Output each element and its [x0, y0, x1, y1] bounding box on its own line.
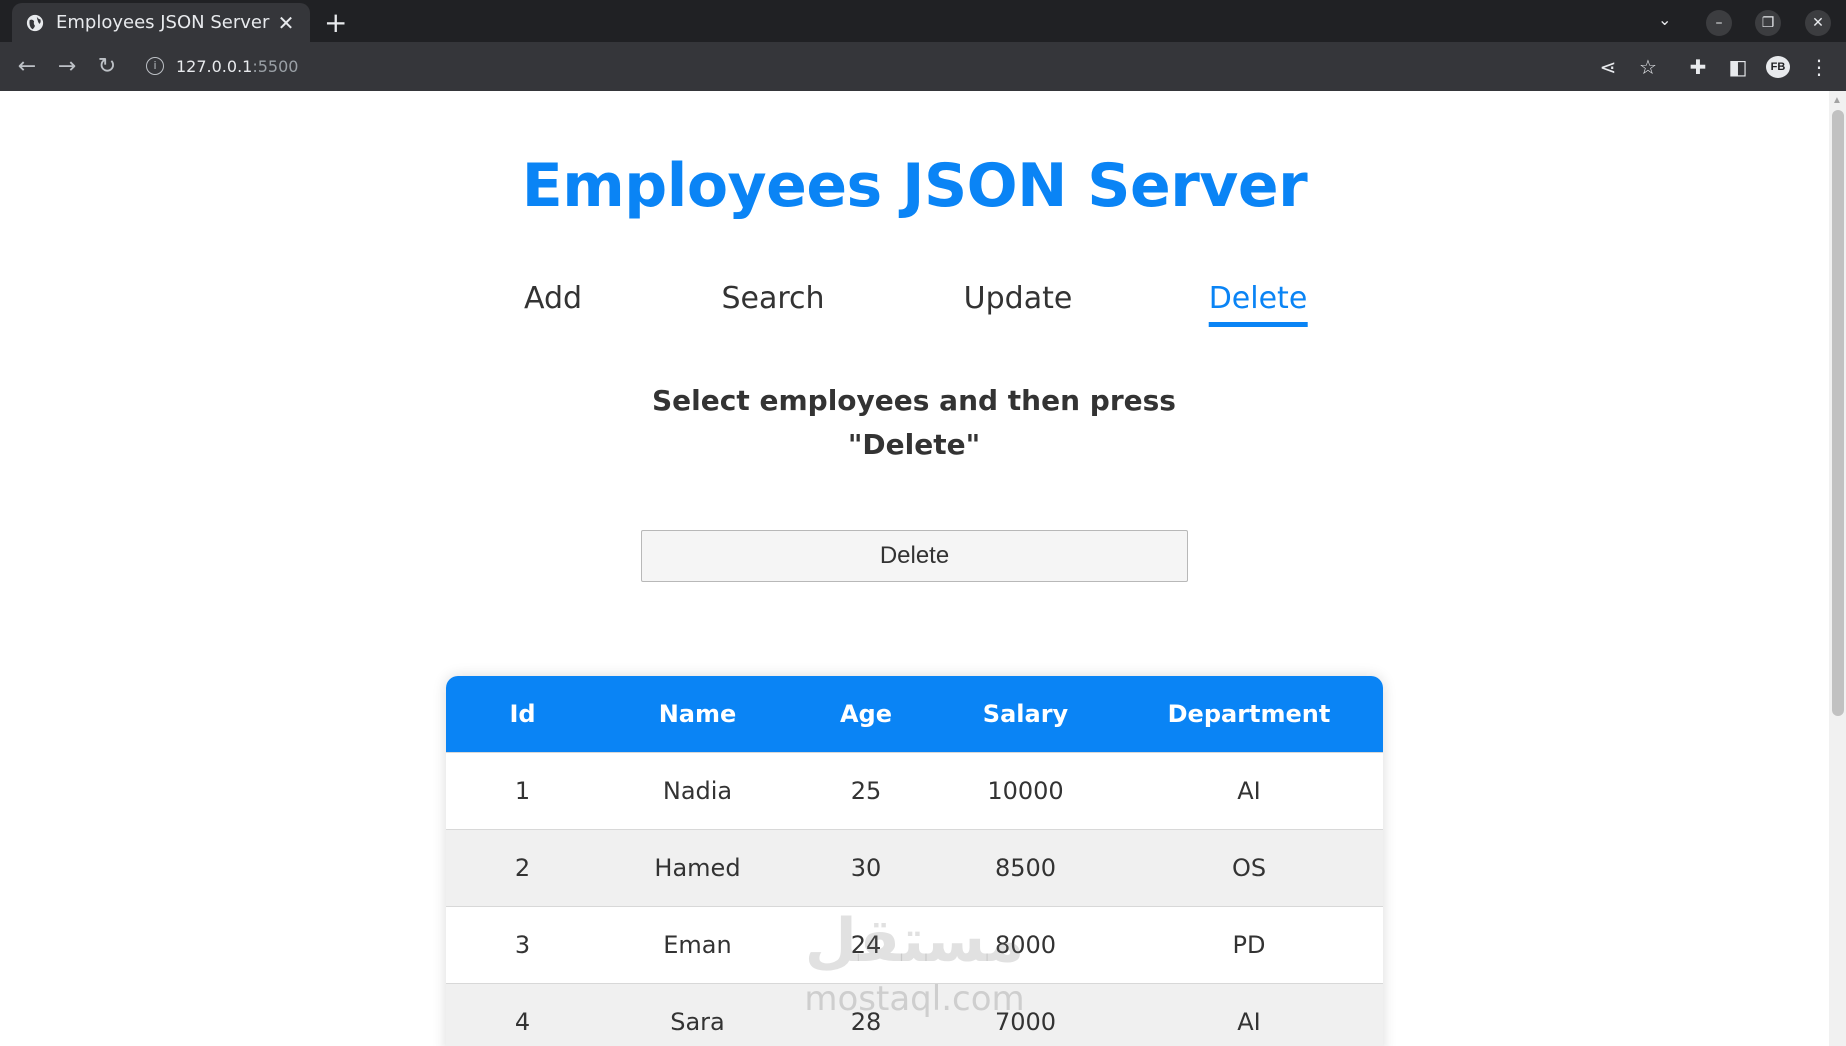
- close-window-icon[interactable]: ✕: [1805, 10, 1831, 36]
- table-row[interactable]: 3 Eman 24 8000 PD: [446, 905, 1383, 983]
- tab-title: Employees JSON Server: [56, 12, 270, 33]
- cell-department: AI: [1115, 982, 1383, 1046]
- minimize-icon[interactable]: –: [1706, 10, 1732, 36]
- cell-name: Eman: [599, 905, 796, 983]
- profile-avatar[interactable]: FB: [1766, 56, 1790, 78]
- cell-name: Sara: [599, 982, 796, 1046]
- header-department: Department: [1115, 676, 1383, 752]
- side-panel-icon[interactable]: ◧: [1725, 54, 1751, 80]
- table-row[interactable]: 2 Hamed 30 8500 OS: [446, 828, 1383, 906]
- delete-instructions: Select employees and then press "Delete": [652, 384, 1176, 461]
- url-port: :5500: [252, 56, 299, 76]
- cell-name: Nadia: [599, 751, 796, 829]
- cell-age: 25: [796, 751, 936, 829]
- extensions-puzzle-icon[interactable]: ✚: [1685, 54, 1711, 80]
- bookmark-star-icon[interactable]: ☆: [1635, 54, 1661, 80]
- cell-id: 3: [446, 905, 599, 983]
- header-id: Id: [446, 676, 599, 752]
- site-info-icon[interactable]: i: [146, 57, 164, 75]
- page-content: Employees JSON Server Add Search Update …: [0, 91, 1829, 1046]
- browser-tab-bar: Employees JSON Server ✕ + ⌄ – ❐ ✕: [0, 0, 1846, 42]
- url-host: 127.0.0.1: [176, 56, 253, 76]
- restore-icon[interactable]: ❐: [1755, 10, 1781, 36]
- cell-department: AI: [1115, 751, 1383, 829]
- globe-icon: [26, 14, 44, 31]
- nav-add[interactable]: Add: [524, 281, 582, 326]
- address-bar[interactable]: i 127.0.0.1:5500: [130, 47, 1630, 85]
- header-name: Name: [599, 676, 796, 752]
- nav-delete[interactable]: Delete: [1208, 281, 1308, 327]
- table-row[interactable]: 4 Sara 28 7000 AI: [446, 982, 1383, 1046]
- share-icon[interactable]: ⋖: [1595, 54, 1621, 80]
- nav-update[interactable]: Update: [964, 281, 1073, 326]
- new-tab-button[interactable]: +: [324, 6, 347, 39]
- cell-department: OS: [1115, 828, 1383, 906]
- cell-salary: 7000: [936, 982, 1115, 1046]
- cell-id: 1: [446, 751, 599, 829]
- scrollbar-thumb[interactable]: [1832, 110, 1844, 716]
- operation-nav: Add Search Update Delete: [0, 281, 1829, 331]
- employees-table-container: Id Name Age Salary Department 1 Nadia 25…: [446, 676, 1383, 1046]
- delete-button[interactable]: Delete: [641, 530, 1188, 582]
- cell-age: 24: [796, 905, 936, 983]
- nav-search[interactable]: Search: [721, 281, 824, 326]
- cell-id: 2: [446, 828, 599, 906]
- reload-icon[interactable]: ↻: [93, 54, 121, 80]
- employees-table: Id Name Age Salary Department 1 Nadia 25…: [446, 676, 1383, 1046]
- table-row[interactable]: 1 Nadia 25 10000 AI: [446, 751, 1383, 829]
- cell-salary: 10000: [936, 751, 1115, 829]
- header-salary: Salary: [936, 676, 1115, 752]
- menu-kebab-icon[interactable]: ⋮: [1806, 54, 1832, 80]
- back-arrow-icon[interactable]: ←: [13, 54, 41, 80]
- cell-age: 30: [796, 828, 936, 906]
- forward-arrow-icon[interactable]: →: [53, 54, 81, 80]
- cell-age: 28: [796, 982, 936, 1046]
- header-age: Age: [796, 676, 936, 752]
- browser-toolbar: ← → ↻ i 127.0.0.1:5500 ⋖ ☆ ✚ ◧ FB ⋮: [0, 42, 1846, 91]
- scroll-up-arrow-icon[interactable]: ▲: [1832, 95, 1842, 106]
- cell-salary: 8500: [936, 828, 1115, 906]
- page-title: Employees JSON Server: [521, 151, 1308, 221]
- cell-name: Hamed: [599, 828, 796, 906]
- cell-department: PD: [1115, 905, 1383, 983]
- browser-tab[interactable]: Employees JSON Server ✕: [12, 3, 310, 42]
- cell-id: 4: [446, 982, 599, 1046]
- table-header-row: Id Name Age Salary Department: [446, 676, 1383, 752]
- cell-salary: 8000: [936, 905, 1115, 983]
- close-tab-icon[interactable]: ✕: [276, 11, 296, 35]
- tab-search-chevron-icon[interactable]: ⌄: [1658, 10, 1671, 29]
